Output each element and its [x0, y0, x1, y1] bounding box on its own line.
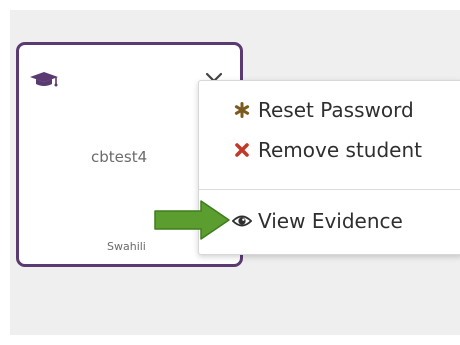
- asterisk-icon: [232, 102, 252, 118]
- reset-password-label: Reset Password: [258, 98, 414, 122]
- page-background: cbtest4 Swahili Reset Password Remove st…: [10, 10, 460, 335]
- view-evidence-label: View Evidence: [258, 209, 403, 233]
- graduation-cap-icon: [29, 71, 59, 93]
- menu-divider: [199, 189, 460, 190]
- remove-student-label: Remove student: [258, 138, 422, 162]
- x-icon: [232, 142, 252, 158]
- view-evidence-menu-item[interactable]: View Evidence: [232, 209, 403, 233]
- student-actions-menu: Reset Password Remove student View Evide…: [198, 80, 460, 255]
- student-language: Swahili: [107, 240, 146, 253]
- reset-password-menu-item[interactable]: Reset Password: [232, 98, 414, 122]
- right-arrow-icon: [153, 199, 231, 245]
- eye-icon: [232, 213, 252, 229]
- remove-student-menu-item[interactable]: Remove student: [232, 138, 422, 162]
